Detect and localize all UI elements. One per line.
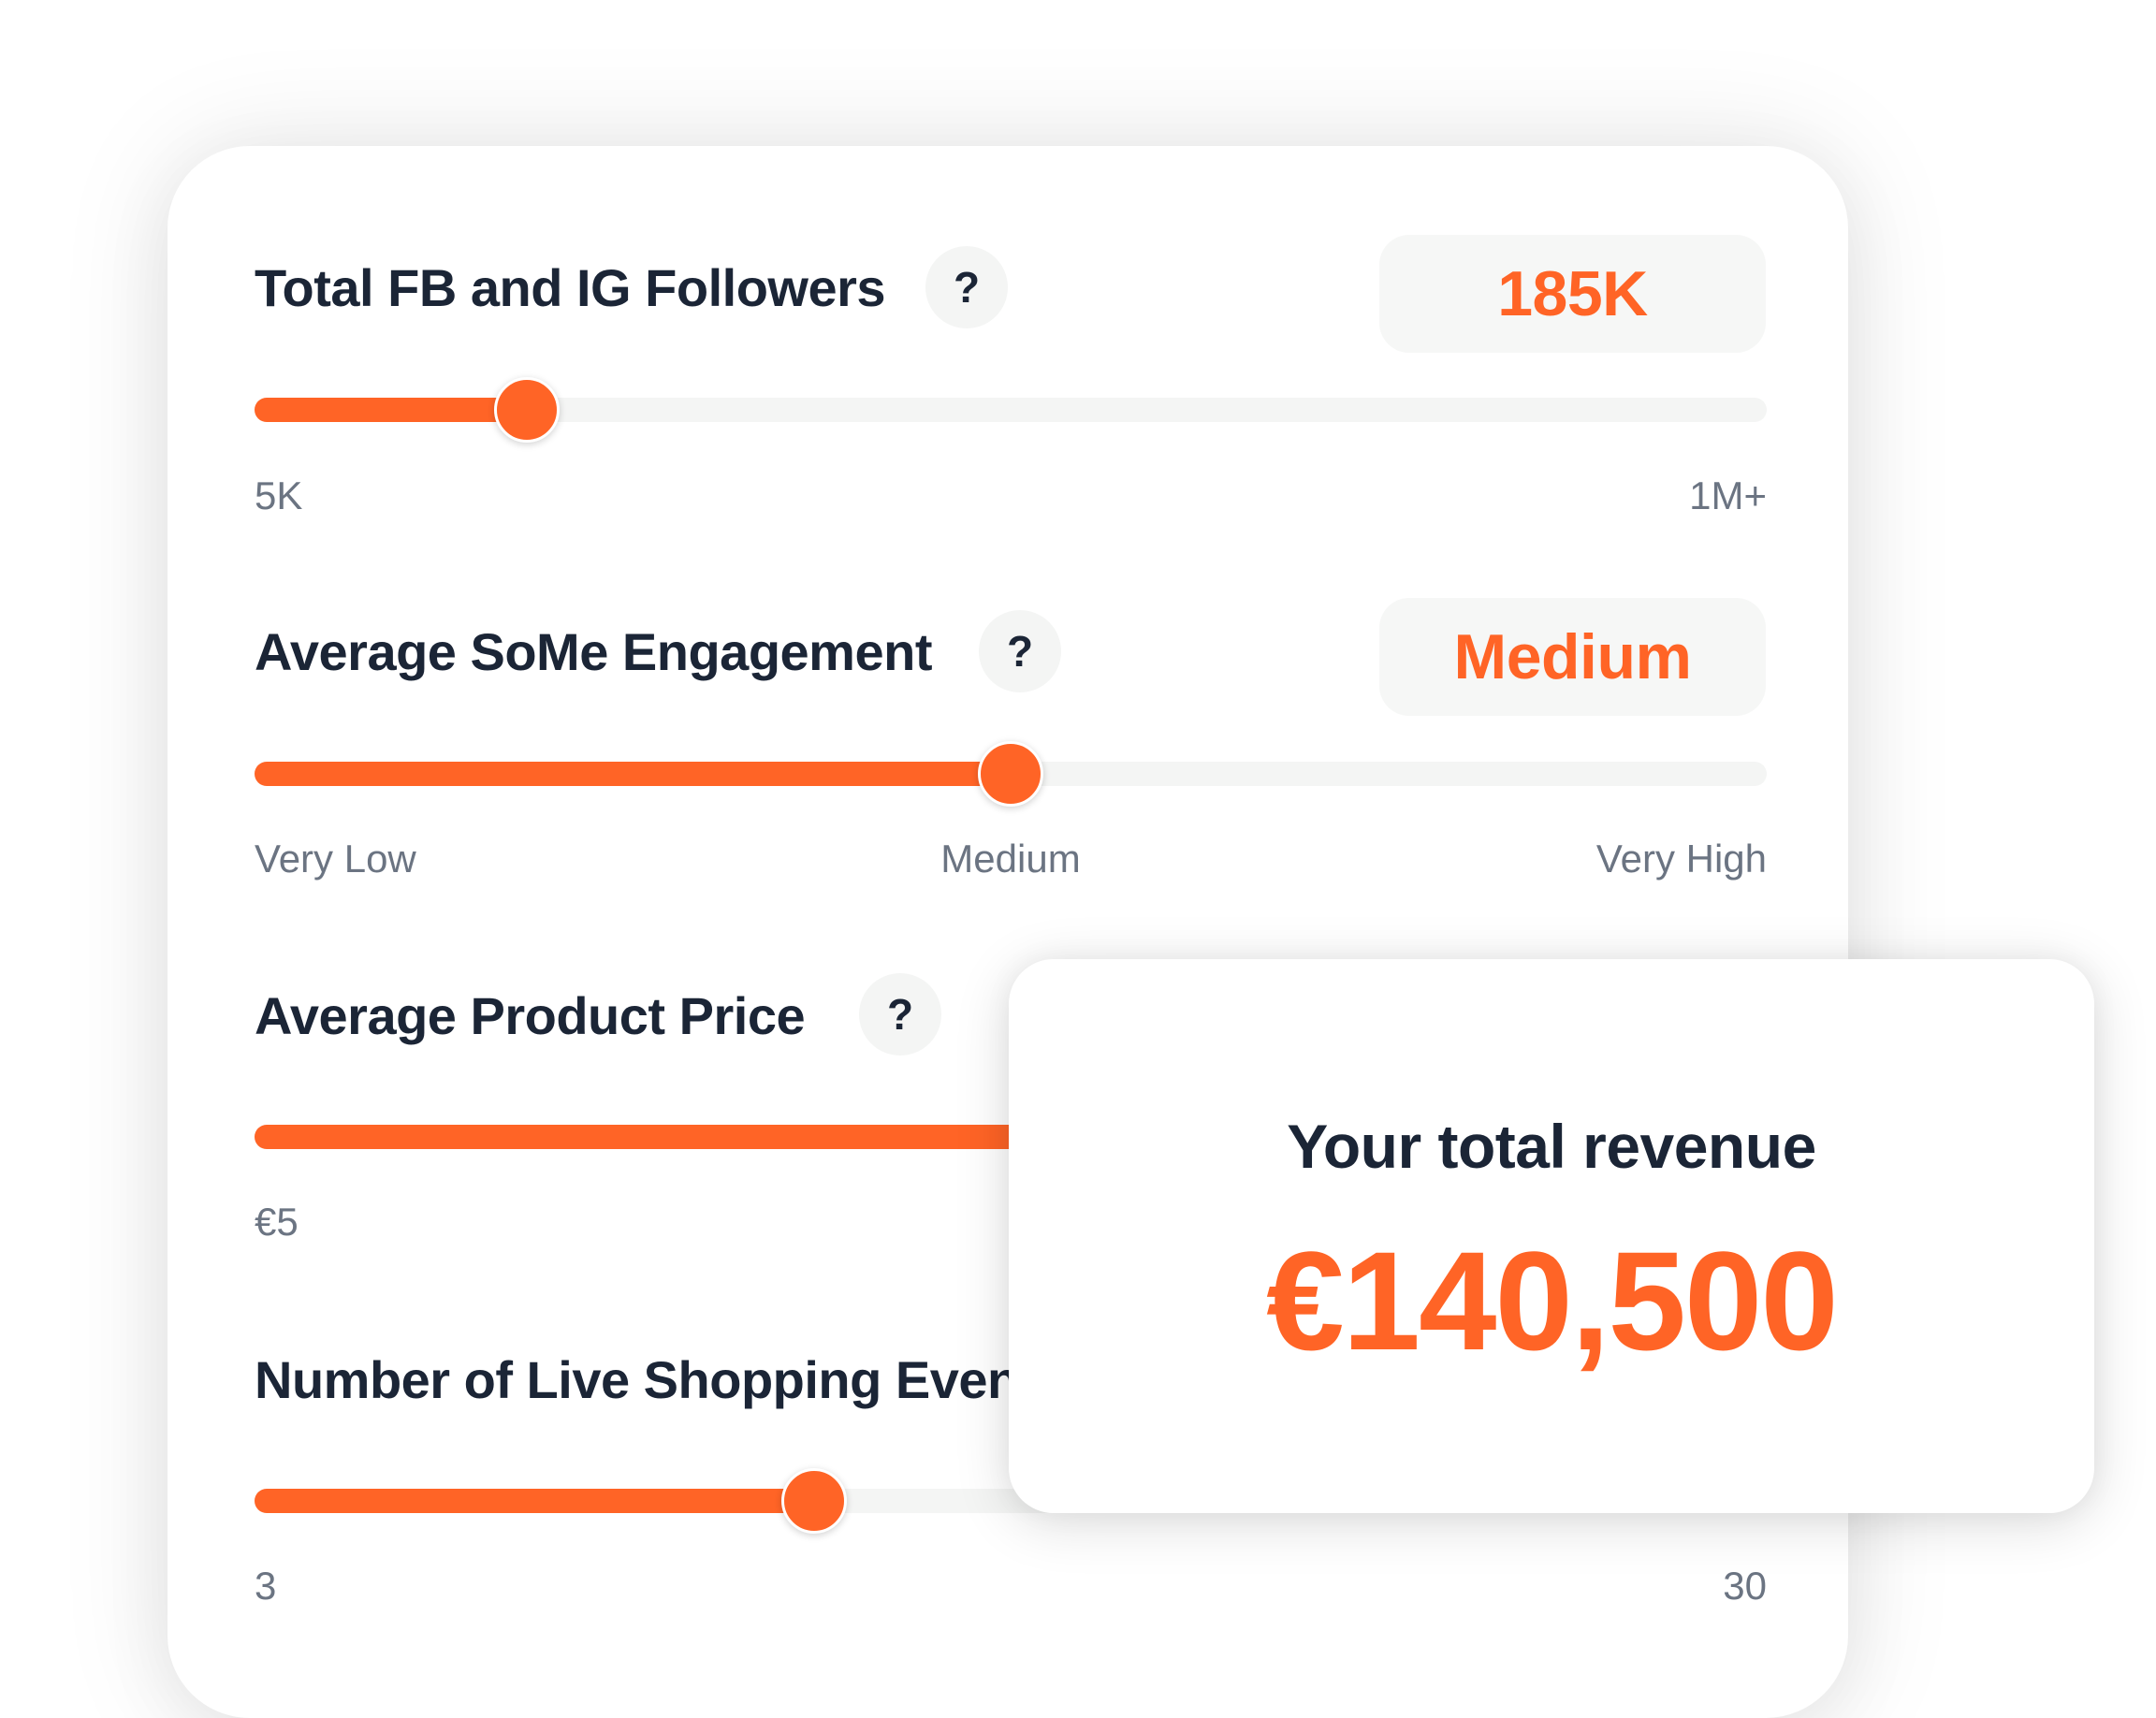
events-max-label: 30 (1723, 1564, 1767, 1608)
price-min-label: €5 (255, 1200, 299, 1244)
question-mark-icon[interactable]: ? (859, 973, 941, 1056)
events-slider-fill (255, 1489, 814, 1513)
events-min-label: 3 (255, 1564, 277, 1608)
engagement-max-label: Very High (1595, 837, 1767, 881)
price-label: Average Product Price (255, 986, 806, 1045)
followers-slider[interactable] (255, 377, 1767, 443)
question-mark-icon[interactable]: ? (925, 246, 1008, 328)
engagement-slider-thumb[interactable] (978, 741, 1043, 807)
engagement-mid-label: Medium (940, 837, 1081, 881)
engagement-label: Average SoMe Engagement (255, 622, 932, 681)
engagement-slider-fill (255, 762, 1011, 786)
revenue-title: Your total revenue (1287, 1112, 1816, 1181)
engagement-value: Medium (1379, 598, 1766, 716)
engagement-min-label: Very Low (255, 837, 416, 881)
question-mark-icon[interactable]: ? (979, 610, 1061, 692)
events-label: Number of Live Shopping Events (255, 1350, 1065, 1409)
followers-min-label: 5K (255, 473, 303, 517)
followers-slider-fill (255, 398, 527, 422)
followers-slider-thumb[interactable] (493, 377, 560, 443)
engagement-slider[interactable] (255, 741, 1767, 807)
followers-label: Total FB and IG Followers (255, 258, 886, 317)
followers-value: 185K (1379, 235, 1766, 353)
revenue-amount: €140,500 (1266, 1222, 1839, 1379)
followers-max-label: 1M+ (1689, 473, 1767, 517)
events-slider-thumb[interactable] (780, 1468, 847, 1534)
revenue-card: Your total revenue €140,500 (1009, 959, 2094, 1513)
